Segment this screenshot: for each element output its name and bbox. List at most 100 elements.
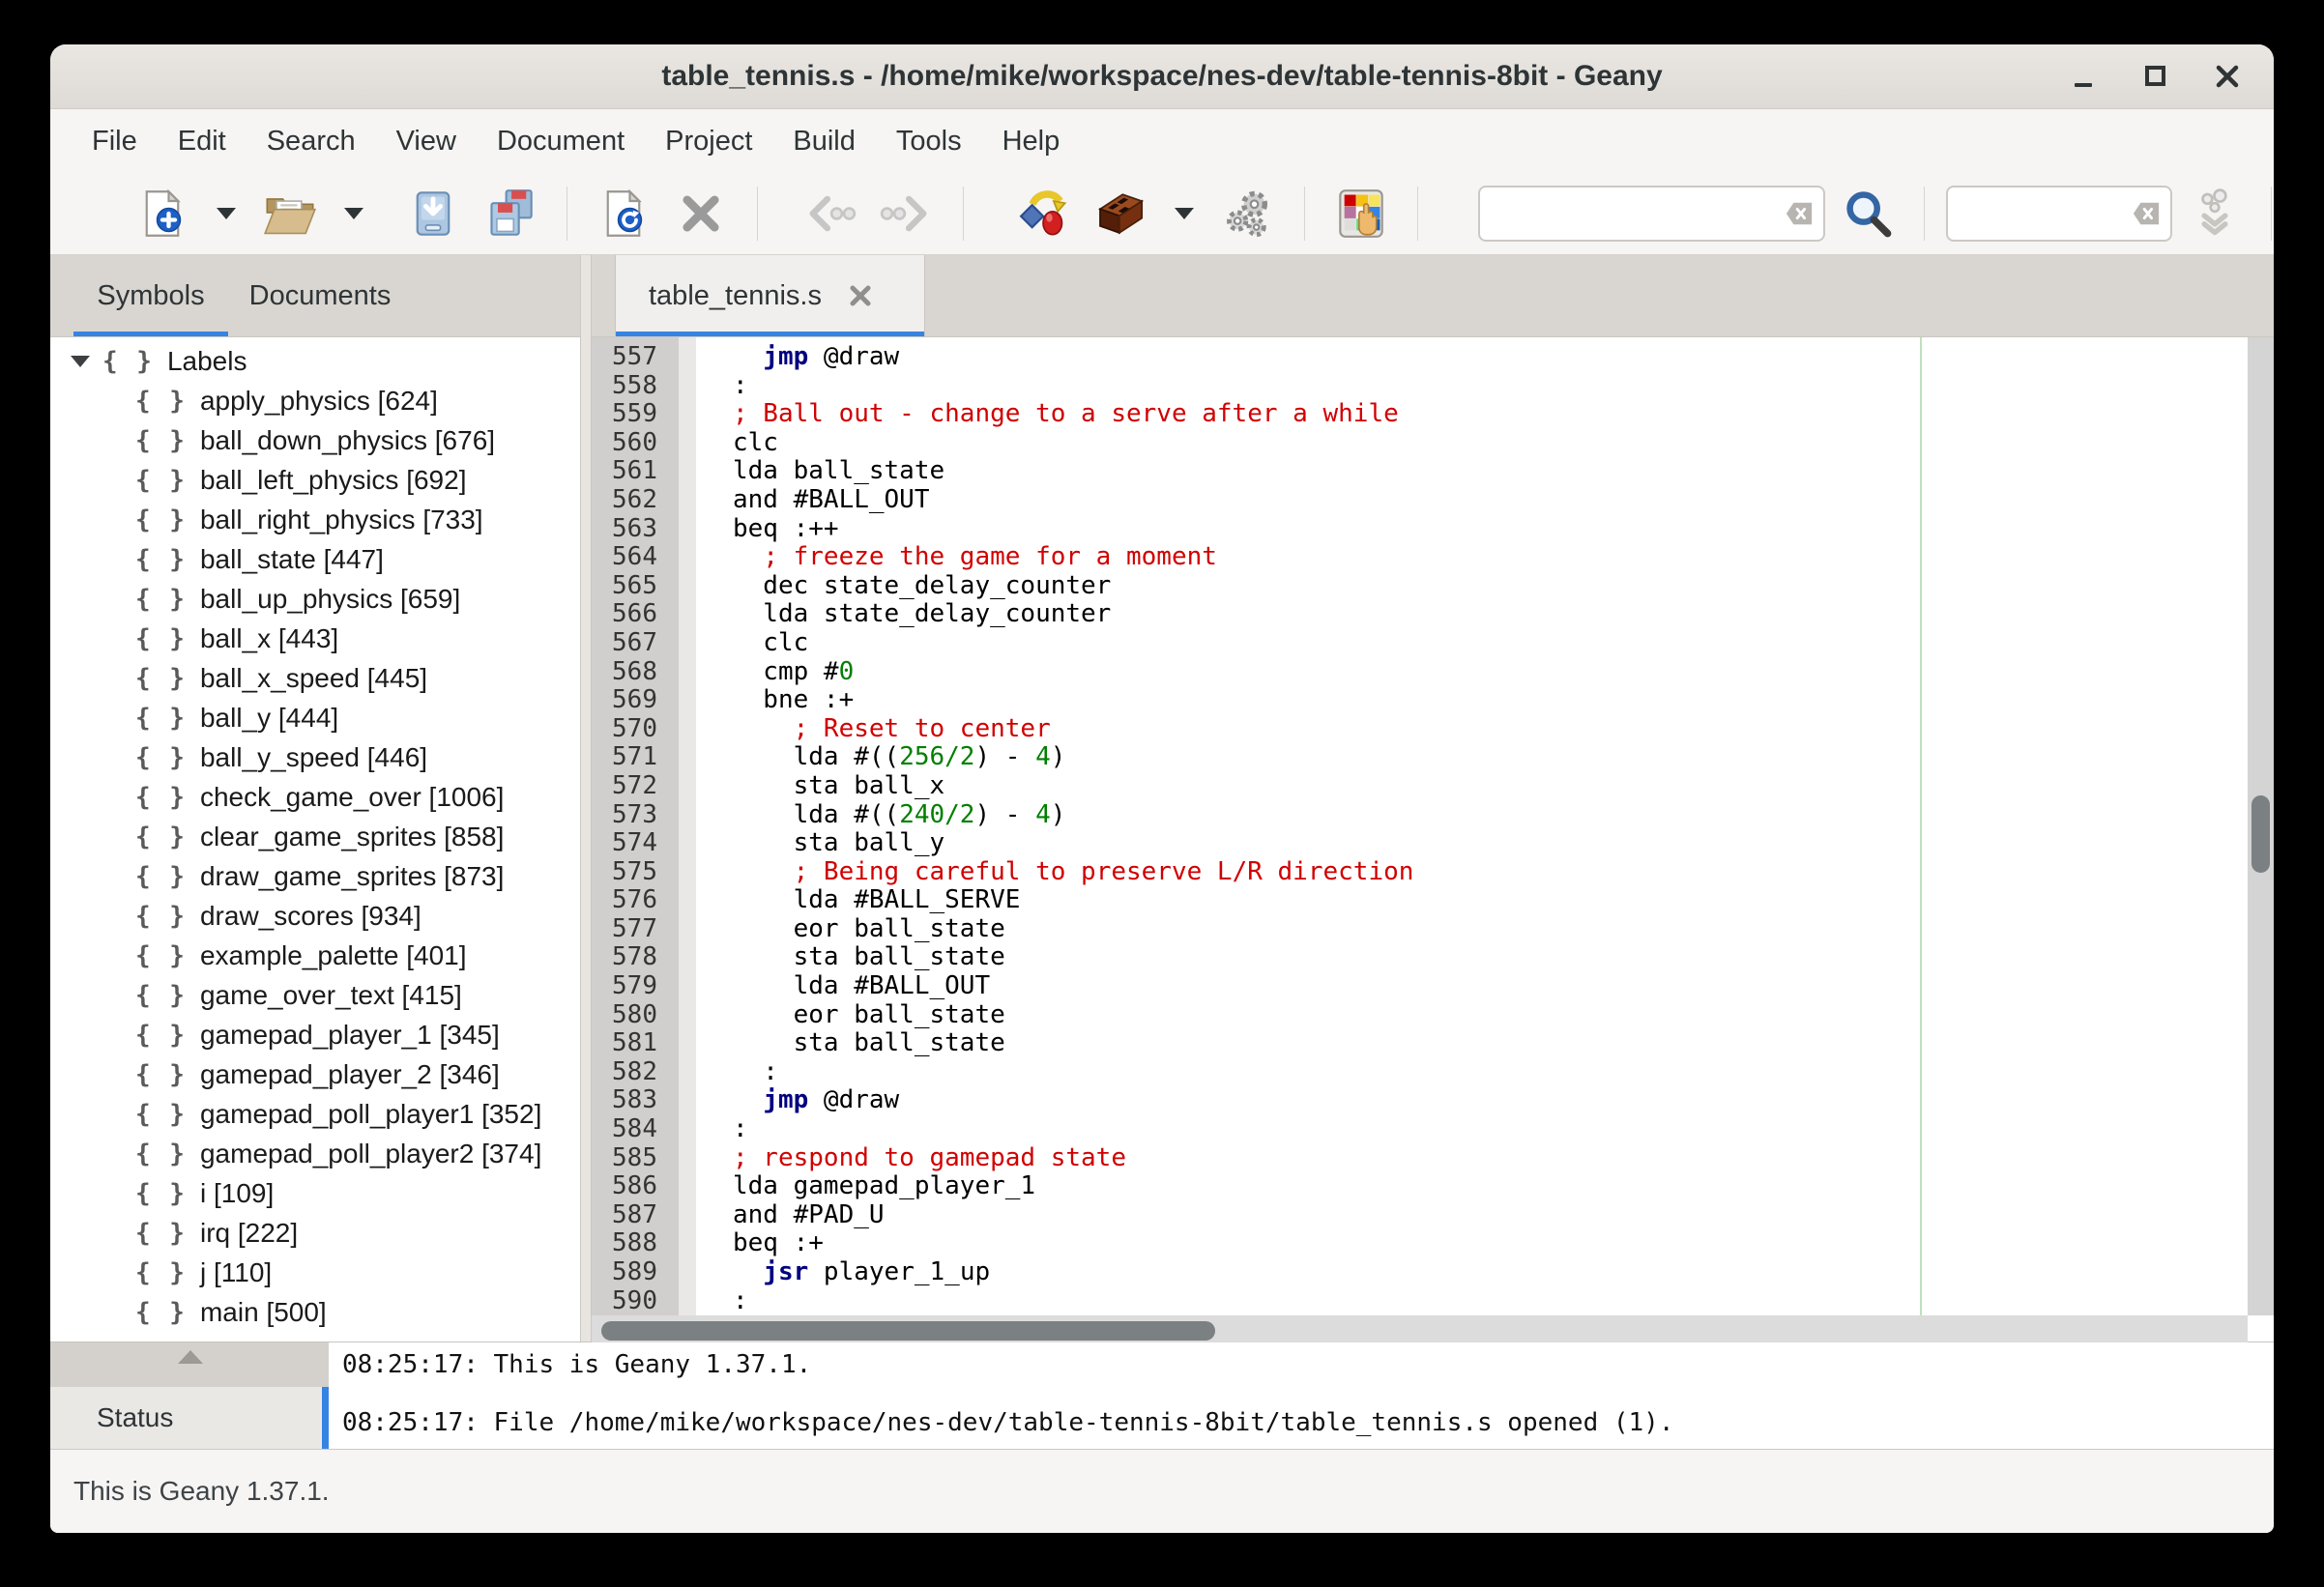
symbol-item[interactable]: { } gamepad_player_1 [345] [50, 1015, 580, 1054]
status-messages[interactable]: 08:25:17: This is Geany 1.37.1. 08:25:17:… [329, 1342, 2274, 1449]
menu-project[interactable]: Project [645, 118, 772, 165]
symbol-item[interactable]: { } ball_up_physics [659] [50, 579, 580, 619]
titlebar[interactable]: table_tennis.s - /home/mike/workspace/ne… [50, 44, 2274, 109]
code-line[interactable]: : [733, 1286, 1413, 1315]
open-button[interactable] [255, 179, 325, 248]
code-line[interactable]: eor ball_state [733, 914, 1413, 944]
code-line[interactable]: lda #BALL_SERVE [733, 885, 1413, 915]
code-line[interactable]: jmp @draw [733, 342, 1413, 372]
tab-symbols[interactable]: Symbols [73, 255, 228, 336]
code-line[interactable]: beq :++ [733, 514, 1413, 544]
symbol-item[interactable]: { } ball_right_physics [733] [50, 500, 580, 539]
line-number[interactable]: 581 [592, 1029, 679, 1058]
line-number[interactable]: 579 [592, 971, 679, 1001]
symbol-item[interactable]: { } irq [222] [50, 1213, 580, 1253]
tab-scroll-up-icon[interactable] [176, 1348, 205, 1366]
line-number[interactable]: 568 [592, 657, 679, 687]
line-number[interactable]: 569 [592, 686, 679, 715]
save-all-button[interactable] [476, 179, 545, 248]
new-dropdown-button[interactable] [205, 179, 247, 248]
tab-status[interactable]: Status [50, 1387, 329, 1449]
symbol-item[interactable]: { } check_game_over [1006] [50, 777, 580, 817]
build-dropdown-button[interactable] [1163, 179, 1206, 248]
symbol-item[interactable]: { } apply_physics [624] [50, 381, 580, 420]
symbol-item[interactable]: { } ball_y [444] [50, 698, 580, 737]
menu-search[interactable]: Search [247, 118, 376, 165]
line-number[interactable]: 563 [592, 514, 679, 544]
search-entry[interactable] [1478, 186, 1825, 242]
vertical-scrollbar[interactable] [2248, 337, 2274, 1315]
line-number[interactable]: 577 [592, 914, 679, 944]
code-line[interactable]: jsr player_1_up [733, 1257, 1413, 1287]
code-line[interactable]: jmp @draw [733, 1086, 1413, 1115]
line-number[interactable]: 574 [592, 828, 679, 858]
line-number[interactable]: 572 [592, 771, 679, 801]
clear-entry-icon[interactable] [2132, 199, 2161, 228]
code-line[interactable]: sta ball_y [733, 828, 1413, 858]
symbol-item[interactable]: { } gamepad_player_2 [346] [50, 1054, 580, 1094]
line-number[interactable]: 565 [592, 571, 679, 601]
line-number[interactable]: 566 [592, 600, 679, 629]
forward-button[interactable] [872, 179, 942, 248]
menu-file[interactable]: File [72, 118, 158, 165]
close-document-button[interactable] [666, 179, 736, 248]
code-line[interactable]: sta ball_state [733, 943, 1413, 972]
menu-edit[interactable]: Edit [158, 118, 247, 165]
code-line[interactable]: cmp #0 [733, 657, 1413, 687]
code-line[interactable]: ; Reset to center [733, 714, 1413, 744]
code-line[interactable]: sta ball_x [733, 771, 1413, 801]
line-number[interactable]: 578 [592, 943, 679, 972]
symbol-item[interactable]: { } ball_state [447] [50, 539, 580, 579]
menu-document[interactable]: Document [477, 118, 645, 165]
code-line[interactable]: lda #((256/2) - 4) [733, 743, 1413, 772]
code-line[interactable]: lda ball_state [733, 457, 1413, 486]
symbol-item[interactable]: { } ball_left_physics [692] [50, 460, 580, 500]
code-line[interactable]: eor ball_state [733, 1000, 1413, 1030]
save-button[interactable] [398, 179, 468, 248]
clear-entry-icon[interactable] [1785, 199, 1814, 228]
line-number[interactable]: 585 [592, 1143, 679, 1173]
line-number[interactable]: 580 [592, 1000, 679, 1030]
code-line[interactable]: and #BALL_OUT [733, 485, 1413, 515]
line-number[interactable]: 586 [592, 1172, 679, 1201]
line-number[interactable]: 575 [592, 857, 679, 887]
line-number[interactable]: 558 [592, 371, 679, 401]
symbol-item[interactable]: { } clear_game_sprites [858] [50, 817, 580, 856]
search-button[interactable] [1833, 179, 1903, 248]
build-button[interactable] [1086, 179, 1155, 248]
symbol-item[interactable]: { } ball_x_speed [445] [50, 658, 580, 698]
code-line[interactable]: : [733, 371, 1413, 401]
menu-tools[interactable]: Tools [876, 118, 982, 165]
code-line[interactable]: ; respond to gamepad state [733, 1143, 1413, 1173]
back-button[interactable] [795, 179, 864, 248]
jump-to-line-button[interactable] [2180, 179, 2250, 248]
code-line[interactable]: clc [733, 428, 1413, 458]
symbol-item[interactable]: { } ball_down_physics [676] [50, 420, 580, 460]
code-line[interactable]: beq :+ [733, 1229, 1413, 1258]
line-number[interactable]: 562 [592, 485, 679, 515]
symbol-item[interactable]: { } game_over_text [415] [50, 975, 580, 1015]
code-area[interactable]: jmp @draw:; Ball out - change to a serve… [696, 337, 2248, 1315]
symbol-item[interactable]: { } ball_y_speed [446] [50, 737, 580, 777]
line-number[interactable]: 564 [592, 543, 679, 572]
line-number[interactable]: 576 [592, 886, 679, 915]
execute-button[interactable] [1213, 179, 1283, 248]
code-line[interactable]: lda state_delay_counter [733, 600, 1413, 629]
symbol-item[interactable]: { } example_palette [401] [50, 936, 580, 975]
horizontal-scrollbar-thumb[interactable] [601, 1321, 1215, 1341]
menu-help[interactable]: Help [982, 118, 1081, 165]
line-number[interactable]: 559 [592, 400, 679, 429]
line-number[interactable]: 570 [592, 714, 679, 744]
new-document-button[interactable] [128, 179, 197, 248]
status-message[interactable]: 08:25:17: File /home/mike/workspace/nes-… [342, 1408, 1674, 1437]
tab-close-icon[interactable] [847, 282, 874, 309]
reload-button[interactable] [589, 179, 658, 248]
symbol-item[interactable]: { } j [110] [50, 1253, 580, 1292]
symbol-item[interactable]: { } i [109] [50, 1173, 580, 1213]
line-number[interactable]: 589 [592, 1257, 679, 1287]
compile-button[interactable] [1008, 179, 1078, 248]
tree-root-labels[interactable]: { } Labels [50, 341, 580, 381]
status-message[interactable]: 08:25:17: This is Geany 1.37.1. [342, 1350, 811, 1379]
open-dropdown-button[interactable] [333, 179, 375, 248]
line-number[interactable]: 567 [592, 628, 679, 658]
